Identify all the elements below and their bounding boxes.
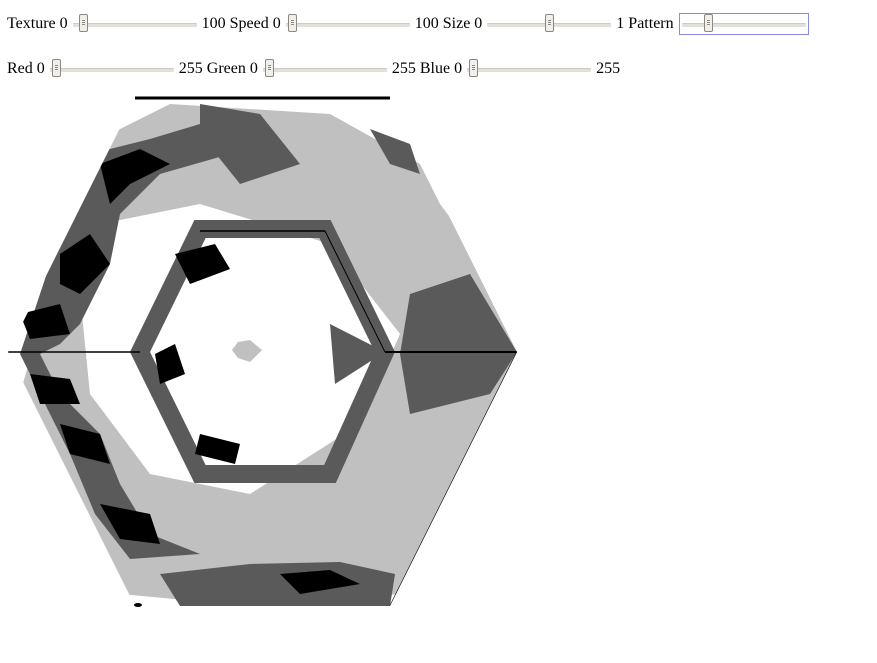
blue-label: Blue — [419, 60, 451, 77]
blue-slider[interactable] — [465, 59, 593, 79]
speed-slider[interactable] — [284, 14, 412, 34]
texture-max-label: 100 — [201, 15, 226, 32]
green-label: Green — [206, 60, 246, 77]
hexagon-pattern-graphic — [8, 96, 517, 607]
blue-slider-thumb[interactable] — [469, 59, 479, 77]
green-slider-thumb[interactable] — [264, 59, 274, 77]
speed-min-label: 0 — [272, 15, 281, 32]
speed-max-label: 100 — [414, 15, 439, 32]
size-slider-thumb[interactable] — [545, 14, 555, 32]
size-label: Size — [442, 15, 471, 32]
pattern-slider[interactable] — [678, 13, 809, 35]
red-max-label: 255 — [178, 60, 203, 77]
top-controls-row: Texture 0 100 Speed 0 100 Size 0 1 Patte… — [7, 12, 811, 36]
red-min-label: 0 — [36, 60, 45, 77]
pattern-dot — [134, 603, 142, 607]
red-label: Red — [7, 60, 33, 77]
red-slider-thumb[interactable] — [51, 59, 61, 77]
red-slider[interactable] — [48, 59, 176, 79]
pattern-slider-thumb[interactable] — [703, 14, 713, 32]
size-slider[interactable] — [485, 14, 613, 34]
blue-max-label: 255 — [596, 60, 621, 77]
texture-min-label: 0 — [59, 15, 68, 32]
green-max-label: 255 — [391, 60, 416, 77]
size-min-label: 0 — [474, 15, 483, 32]
speed-slider-thumb[interactable] — [287, 14, 297, 32]
green-min-label: 0 — [249, 60, 258, 77]
green-slider[interactable] — [261, 59, 389, 79]
texture-slider[interactable] — [71, 14, 199, 34]
size-max-label: 1 — [616, 15, 625, 32]
texture-slider-thumb[interactable] — [78, 14, 88, 32]
blue-min-label: 0 — [454, 60, 463, 77]
color-controls-row: Red 0 255 Green 0 255 Blue 0 255 — [7, 57, 620, 81]
texture-label: Texture — [7, 15, 56, 32]
pattern-label: Pattern — [628, 15, 674, 32]
pattern-canvas — [0, 94, 530, 614]
hexagon-pattern — [8, 98, 517, 606]
speed-label: Speed — [229, 15, 269, 32]
